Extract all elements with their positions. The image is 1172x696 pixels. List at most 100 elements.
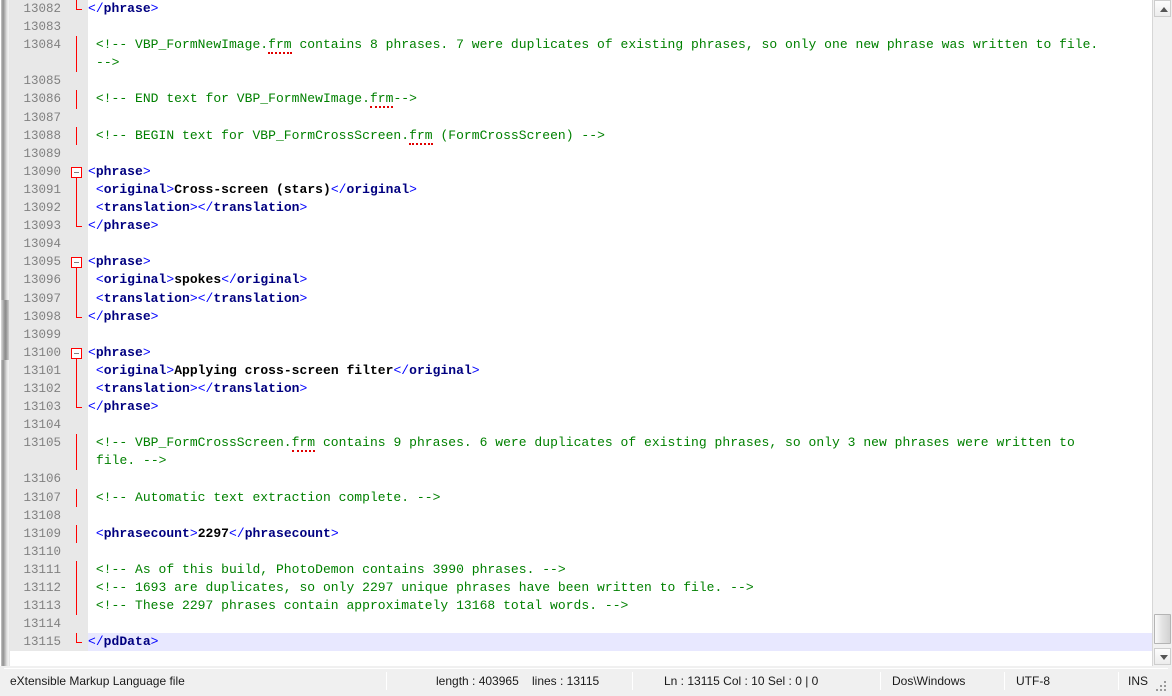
fold-margin[interactable] bbox=[67, 506, 88, 525]
code-line-text[interactable]: <translation></translation> bbox=[88, 290, 307, 308]
code-line[interactable]: 13103 </phrase> bbox=[10, 398, 1152, 417]
code-line[interactable]: 13096 <original>spokes</original> bbox=[10, 271, 1152, 290]
fold-margin[interactable] bbox=[67, 343, 88, 362]
fold-margin[interactable] bbox=[67, 325, 88, 344]
editor-vertical-scrollbar[interactable] bbox=[1152, 0, 1172, 666]
fold-margin[interactable] bbox=[67, 199, 88, 218]
code-line[interactable]: 13108 bbox=[10, 506, 1152, 525]
code-line[interactable]: 13085 bbox=[10, 72, 1152, 91]
code-line-text[interactable]: <phrasecount>2297</phrasecount> bbox=[88, 525, 339, 543]
code-line[interactable]: 13099 bbox=[10, 325, 1152, 344]
fold-margin[interactable] bbox=[67, 633, 88, 652]
code-line[interactable]: 13104 bbox=[10, 416, 1152, 435]
code-line[interactable]: 13092 <translation></translation> bbox=[10, 199, 1152, 218]
code-line[interactable]: 13110 bbox=[10, 542, 1152, 561]
code-line[interactable]: 13083 bbox=[10, 18, 1152, 37]
fold-margin[interactable] bbox=[67, 72, 88, 91]
fold-margin[interactable] bbox=[67, 579, 88, 598]
fold-margin[interactable] bbox=[67, 180, 88, 200]
code-line[interactable]: 13090 <phrase> bbox=[10, 162, 1152, 181]
code-line-text[interactable]: <phrase> bbox=[88, 163, 151, 181]
fold-margin[interactable] bbox=[67, 560, 88, 579]
fold-margin[interactable] bbox=[67, 0, 88, 19]
status-eol-format[interactable]: Dos\Windows bbox=[892, 669, 1002, 693]
code-line-text[interactable]: <phrase> bbox=[88, 344, 151, 362]
fold-margin[interactable] bbox=[67, 379, 88, 399]
fold-collapse-icon[interactable] bbox=[71, 257, 82, 269]
code-line[interactable]: 13115 </pdData> bbox=[10, 633, 1152, 652]
code-line-text[interactable]: <!-- 1693 are duplicates, so only 2297 u… bbox=[88, 579, 754, 597]
fold-margin[interactable] bbox=[67, 18, 88, 37]
fold-margin[interactable] bbox=[67, 398, 88, 417]
fold-margin[interactable] bbox=[67, 271, 88, 290]
fold-margin[interactable] bbox=[67, 361, 88, 380]
fold-margin[interactable] bbox=[67, 307, 88, 326]
code-line-text[interactable]: </phrase> bbox=[88, 0, 159, 18]
code-line[interactable]: 13088 <!-- BEGIN text for VBP_FormCrossS… bbox=[10, 126, 1152, 145]
code-line[interactable]: 13113 <!-- These 2297 phrases contain ap… bbox=[10, 597, 1152, 616]
code-editor-area[interactable]: 13082 </phrase> 13083 13084 <!-- VBP_FormNe… bbox=[10, 0, 1152, 666]
fold-margin[interactable] bbox=[67, 217, 88, 236]
code-line-text[interactable]: <!-- VBP_FormCrossScreen.frm contains 9 … bbox=[88, 434, 1075, 453]
fold-margin[interactable] bbox=[67, 488, 88, 507]
fold-margin[interactable] bbox=[67, 36, 88, 55]
fold-margin[interactable] bbox=[67, 542, 88, 561]
code-line-text[interactable]: <!-- BEGIN text for VBP_FormCrossScreen.… bbox=[88, 127, 605, 145]
code-line[interactable]: 13100 <phrase> bbox=[10, 343, 1152, 362]
code-line-text[interactable]: <!-- Automatic text extraction complete.… bbox=[88, 489, 441, 507]
code-line-text[interactable]: </phrase> bbox=[88, 398, 159, 416]
window-left-scrollbar-thumb[interactable] bbox=[1, 300, 9, 360]
code-line[interactable]: 13101 <original>Applying cross-screen fi… bbox=[10, 361, 1152, 380]
code-line[interactable]: 13111 <!-- As of this build, PhotoDemon … bbox=[10, 560, 1152, 579]
code-lines[interactable]: 13082 </phrase> 13083 13084 <!-- VBP_FormNe… bbox=[10, 0, 1152, 652]
code-line[interactable]: 13091 <original>Cross-screen (stars)</or… bbox=[10, 180, 1152, 200]
fold-margin[interactable] bbox=[67, 524, 88, 543]
code-line[interactable]: 13089 bbox=[10, 144, 1152, 163]
fold-margin[interactable] bbox=[67, 289, 88, 308]
fold-margin[interactable] bbox=[67, 108, 88, 127]
fold-collapse-icon[interactable] bbox=[71, 347, 82, 359]
code-line[interactable]: 13107 <!-- Automatic text extraction com… bbox=[10, 488, 1152, 507]
scroll-down-arrow-icon[interactable] bbox=[1154, 648, 1171, 665]
window-left-scrollbar[interactable] bbox=[0, 0, 10, 666]
fold-margin[interactable] bbox=[67, 126, 88, 145]
code-line-text[interactable]: <!-- VBP_FormNewImage.frm contains 8 phr… bbox=[88, 36, 1098, 55]
code-line-text[interactable]: </phrase> bbox=[88, 217, 159, 235]
code-line[interactable]: 13095 <phrase> bbox=[10, 253, 1152, 272]
code-line-text[interactable]: <!-- END text for VBP_FormNewImage.frm--… bbox=[88, 90, 417, 109]
code-line[interactable]: 13102 <translation></translation> bbox=[10, 379, 1152, 399]
fold-margin[interactable] bbox=[67, 470, 88, 489]
code-line-text[interactable]: </phrase> bbox=[88, 308, 159, 326]
code-line-text[interactable]: --> bbox=[96, 54, 120, 72]
resize-grip-icon[interactable] bbox=[1154, 679, 1166, 691]
code-line[interactable]: 13094 bbox=[10, 235, 1152, 254]
scroll-up-arrow-icon[interactable] bbox=[1154, 0, 1171, 17]
status-encoding[interactable]: UTF-8 bbox=[1016, 669, 1116, 693]
code-line-text[interactable]: <translation></translation> bbox=[88, 380, 307, 398]
fold-collapse-icon[interactable] bbox=[71, 166, 82, 178]
editor-scrollbar-thumb[interactable] bbox=[1154, 614, 1171, 644]
code-line[interactable]: 13114 bbox=[10, 615, 1152, 634]
fold-margin[interactable] bbox=[67, 416, 88, 435]
fold-margin[interactable] bbox=[67, 235, 88, 254]
fold-margin[interactable] bbox=[67, 615, 88, 634]
fold-margin[interactable] bbox=[67, 434, 88, 453]
code-line[interactable]: 13097 <translation></translation> bbox=[10, 289, 1152, 308]
code-line[interactable]: --> bbox=[10, 54, 1152, 73]
code-line[interactable]: 13105 <!-- VBP_FormCrossScreen.frm conta… bbox=[10, 434, 1152, 453]
fold-margin[interactable] bbox=[67, 90, 88, 109]
code-line[interactable]: 13093 </phrase> bbox=[10, 217, 1152, 236]
code-line[interactable]: file. --> bbox=[10, 452, 1152, 471]
fold-margin[interactable] bbox=[67, 597, 88, 616]
code-line-text[interactable]: file. --> bbox=[96, 452, 166, 470]
fold-margin[interactable] bbox=[67, 253, 88, 272]
fold-margin[interactable] bbox=[67, 54, 88, 73]
code-line-text[interactable]: <original>Cross-screen (stars)</original… bbox=[88, 181, 417, 199]
code-line[interactable]: 13087 bbox=[10, 108, 1152, 127]
code-line[interactable]: 13086 <!-- END text for VBP_FormNewImage… bbox=[10, 90, 1152, 109]
code-line-text[interactable]: </pdData> bbox=[88, 633, 159, 652]
code-line[interactable]: 13106 bbox=[10, 470, 1152, 489]
fold-margin[interactable] bbox=[67, 144, 88, 163]
code-line[interactable]: 13084 <!-- VBP_FormNewImage.frm contains… bbox=[10, 36, 1152, 55]
code-line[interactable]: 13112 <!-- 1693 are duplicates, so only … bbox=[10, 579, 1152, 598]
